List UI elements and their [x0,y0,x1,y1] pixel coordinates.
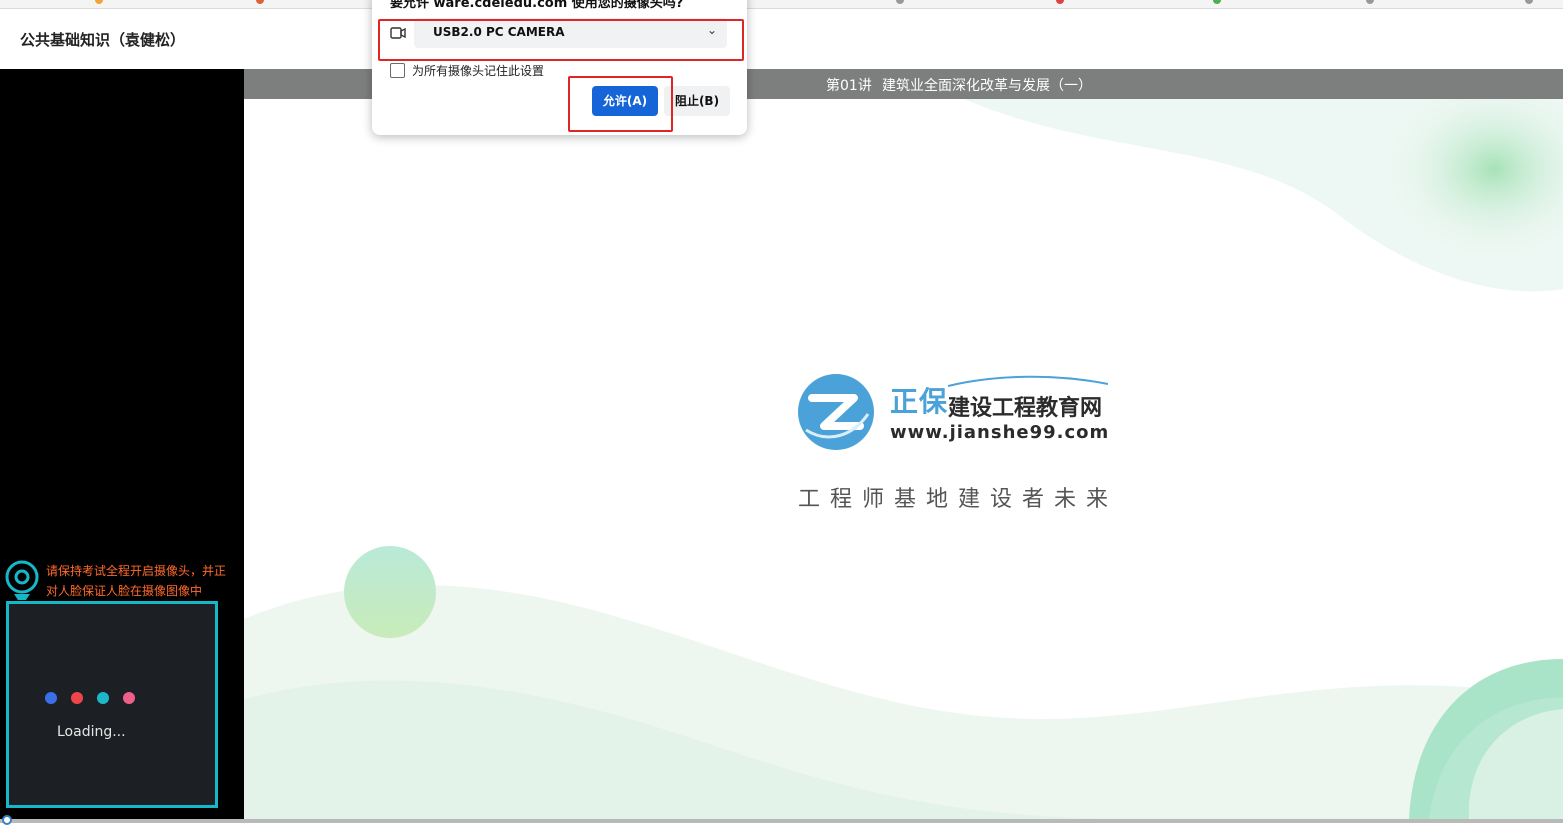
webcam-icon [5,560,39,600]
tab-favicon [1213,0,1221,4]
loading-dot [71,692,83,704]
tab-favicon [1056,0,1064,4]
brand-name: 正保 [890,385,949,418]
loading-dot [97,692,109,704]
browser-top-strip [0,0,1563,9]
tab-favicon [896,0,904,4]
permission-question: 要允许 ware.cdeledu.com 使用您的摄像头吗? [390,0,684,11]
slide-slogan: 工程师基地建设者未来 [798,487,1119,512]
loading-text: Loading... [57,724,126,740]
video-progress-bar[interactable] [0,819,1563,823]
annotation-highlight-camera-select [378,19,744,61]
lecture-slide: 正保 建设工程教育网 www.jianshe99.com 工程师基地建设者未来 [244,99,1563,819]
page-header: 公共基础知识（袁健松） [0,9,1563,69]
brand-logo-icon [798,374,874,450]
annotation-highlight-allow-button [568,76,673,132]
camera-warning: 请保持考试全程开启摄像头，并正对人脸保证人脸在摄像图像中 [46,564,227,598]
remember-label[interactable]: 为所有摄像头记住此设置 [412,62,544,79]
remember-checkbox[interactable] [390,63,405,78]
brand-arc-icon [948,375,1108,387]
brand-url: www.jianshe99.com [890,422,1110,443]
course-title: 公共基础知识（袁健松） [20,31,186,49]
lesson-title: 建筑业全面深化改革与发展（一） [882,78,1092,94]
block-button[interactable]: 阻止(B) [664,86,730,116]
tab-favicon [1525,0,1533,4]
camera-preview: Loading... [6,601,218,808]
tab-favicon [1366,0,1374,4]
brand-subtitle: 建设工程教育网 [948,396,1103,421]
loading-dot [123,692,135,704]
loading-dot [45,692,57,704]
tab-favicon [95,0,103,4]
tab-favicon [256,0,264,4]
progress-handle[interactable] [2,815,12,825]
lesson-number: 第01讲 [826,78,872,94]
